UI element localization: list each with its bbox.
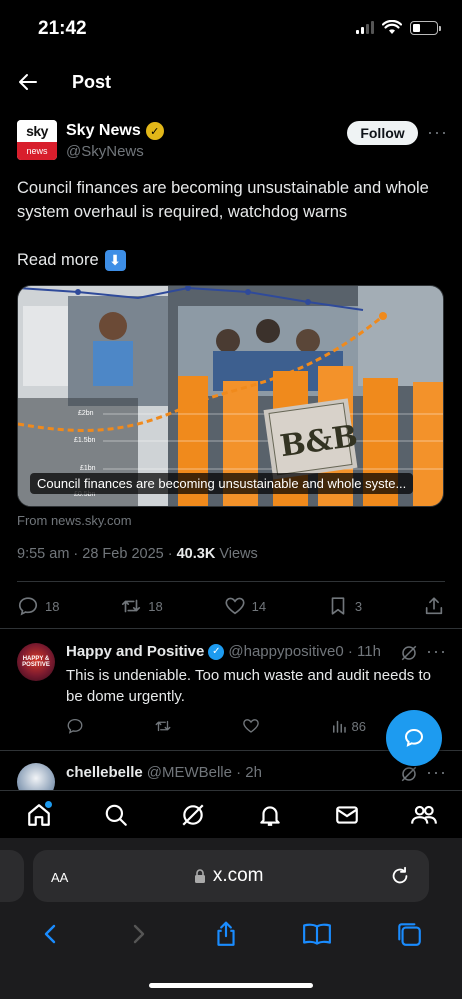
- people-icon: [410, 805, 437, 824]
- reply-more-icon[interactable]: ···: [426, 762, 447, 783]
- author-name-text: Sky News: [66, 122, 141, 139]
- url-display[interactable]: x.com: [194, 865, 264, 887]
- reply-author-name: Happy and Positive: [66, 643, 205, 660]
- divider: [17, 581, 445, 582]
- reply-author-handle: @MEWBelle · 2h: [146, 764, 262, 781]
- avatar-logo-news: news: [17, 142, 57, 160]
- reply-icon: [18, 597, 38, 616]
- tabs-icon[interactable]: [395, 920, 423, 948]
- page-title: Post: [72, 72, 112, 92]
- compose-reply-icon: [404, 728, 424, 747]
- heart-icon: [225, 597, 245, 615]
- views-label: Views: [215, 546, 258, 562]
- tab-grok[interactable]: [178, 800, 208, 830]
- divider: [0, 628, 462, 629]
- follow-button[interactable]: Follow: [347, 121, 418, 145]
- avatar-logo-sky: sky: [17, 120, 57, 142]
- bookmark-icon: [331, 597, 345, 615]
- repost-button[interactable]: 18: [120, 595, 163, 617]
- home-notification-dot: [44, 800, 52, 808]
- read-more: Read more ⬇: [17, 250, 126, 271]
- reply-views-count: 86: [351, 718, 366, 734]
- post-meta: 9:55 am · 28 Feb 2025 · 40.3K Views: [17, 546, 258, 562]
- reply-author[interactable]: chellebelle @MEWBelle · 2h: [66, 764, 262, 781]
- share-icon[interactable]: [213, 920, 239, 948]
- views-count: 40.3K: [176, 546, 216, 562]
- address-bar[interactable]: AA x.com: [33, 850, 429, 902]
- reply-count: 18: [45, 598, 60, 614]
- back-icon[interactable]: [39, 921, 63, 947]
- post-timestamp: 9:55 am · 28 Feb 2025 ·: [17, 546, 177, 562]
- reply-actions: 86: [66, 717, 366, 735]
- bookmark-count: 3: [354, 598, 363, 614]
- envelope-icon: [335, 805, 358, 824]
- reply-text: This is undeniable. Too much waste and a…: [66, 667, 431, 705]
- url-text: x.com: [212, 865, 264, 886]
- reader-settings-button[interactable]: AA: [51, 866, 68, 887]
- reply-more-icon[interactable]: ···: [426, 641, 447, 662]
- source-link[interactable]: From news.sky.com: [17, 513, 132, 528]
- repost-icon[interactable]: [154, 717, 172, 735]
- card-label-1-5bn: £1.5bn: [74, 437, 96, 444]
- author-handle[interactable]: @SkyNews: [66, 143, 144, 160]
- lock-icon: [194, 868, 205, 883]
- battery-icon: [410, 20, 441, 35]
- views-chart-icon: [332, 720, 346, 733]
- status-time: 21:42: [38, 18, 87, 39]
- verified-blue-badge-icon: ✓: [208, 643, 225, 660]
- reload-icon[interactable]: [389, 865, 411, 887]
- compose-reply-button[interactable]: [386, 710, 442, 766]
- down-arrow-emoji-icon: ⬇: [104, 250, 126, 271]
- tab-search[interactable]: [101, 800, 131, 830]
- bookmark-button[interactable]: 3: [327, 595, 362, 617]
- author-name[interactable]: Sky News ✓: [66, 122, 164, 140]
- reply-author-handle: @happypositive0 · 11h: [228, 643, 381, 660]
- tab-home[interactable]: [24, 800, 54, 830]
- tab-notifications[interactable]: [255, 800, 285, 830]
- more-options-icon[interactable]: ···: [427, 122, 448, 143]
- read-more-text: Read more: [17, 251, 99, 269]
- browser-toolbar: [0, 912, 462, 956]
- card-caption: Council finances are becoming unsustaina…: [30, 473, 414, 494]
- reply-avatar[interactable]: HAPPY & POSITIVE: [17, 643, 55, 681]
- reply-button[interactable]: 18: [17, 595, 59, 617]
- grok-icon[interactable]: [400, 765, 418, 783]
- post-text: Council finances are becoming unsustaina…: [17, 179, 429, 221]
- card-label-2bn: £2bn: [78, 410, 94, 417]
- reader-settings-label: AA: [51, 869, 69, 885]
- back-arrow-icon[interactable]: [16, 70, 40, 94]
- home-indicator: [149, 983, 313, 988]
- reply-icon[interactable]: [66, 717, 84, 735]
- tab-communities[interactable]: [409, 800, 439, 830]
- repost-count: 18: [148, 598, 163, 614]
- previous-tab-preview[interactable]: [0, 850, 24, 902]
- views-button[interactable]: 86: [330, 717, 366, 735]
- reply-avatar-text: HAPPY & POSITIVE: [22, 656, 50, 668]
- like-button[interactable]: 14: [224, 595, 266, 617]
- reply-author-name: chellebelle: [66, 764, 143, 781]
- card-label-1bn: £1bn: [80, 465, 96, 472]
- bell-icon: [259, 805, 280, 826]
- bookmarks-icon[interactable]: [302, 921, 332, 947]
- bottom-tab-bar: [0, 790, 462, 838]
- verified-gold-badge-icon: ✓: [145, 122, 164, 140]
- status-icons: [356, 20, 441, 35]
- cellular-signal-icon: [356, 21, 374, 34]
- reply-author[interactable]: Happy and Positive ✓ @happypositive0 · 1…: [66, 643, 381, 660]
- grok-icon[interactable]: [400, 644, 418, 662]
- share-icon: [425, 597, 443, 615]
- post-actions: 18 18 14 3: [17, 595, 445, 617]
- author-avatar[interactable]: sky news: [17, 120, 57, 160]
- repost-icon: [122, 599, 141, 613]
- heart-icon[interactable]: [242, 717, 260, 735]
- link-card[interactable]: £2bn £1.5bn £1bn £0.5bn B&B Council fina…: [17, 285, 444, 507]
- like-count: 14: [251, 598, 267, 614]
- search-icon: [105, 804, 127, 826]
- forward-icon[interactable]: [126, 921, 150, 947]
- grok-icon: [181, 803, 204, 826]
- tab-messages[interactable]: [332, 800, 362, 830]
- share-button[interactable]: [423, 595, 445, 617]
- wifi-icon: [382, 20, 402, 34]
